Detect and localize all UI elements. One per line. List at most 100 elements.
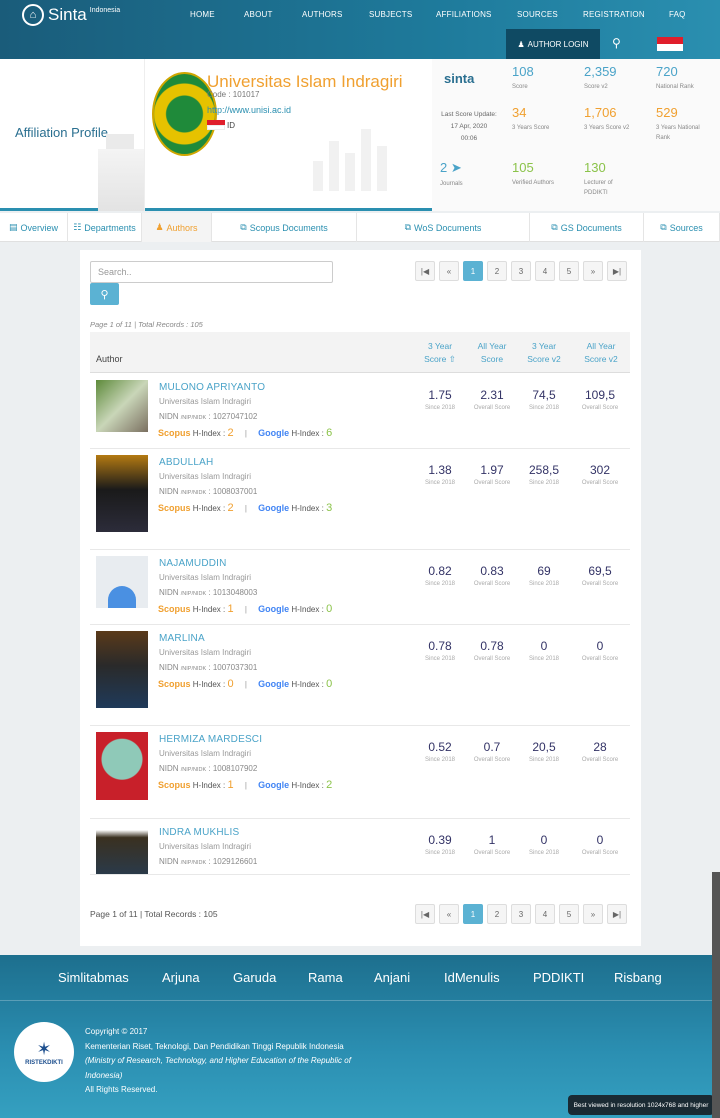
tab-wos-documents[interactable]: ⧉ WoS Documents bbox=[357, 213, 530, 242]
header-3y-score[interactable]: 3 Year Score ⇧ bbox=[415, 340, 465, 366]
author-photo[interactable] bbox=[96, 825, 148, 874]
next-page-button[interactable]: » bbox=[583, 904, 603, 924]
header-all-score-v2[interactable]: All Year Score v2 bbox=[576, 340, 626, 366]
author-nidn: NIDN /NIP/NIDK : 1013048003 bbox=[159, 588, 258, 597]
page-4-button[interactable]: 4 bbox=[535, 261, 555, 281]
sort-arrow-up-icon: ⇧ bbox=[448, 354, 456, 364]
footer-link-rama[interactable]: Rama bbox=[308, 970, 343, 985]
university-code: Code : 101017 bbox=[207, 90, 260, 99]
menu-sources[interactable]: SOURCES bbox=[517, 10, 558, 19]
author-nidn: NIDN /NIP/NIDK : 1027047102 bbox=[159, 412, 258, 421]
stat-lecturer: 130 bbox=[584, 160, 606, 175]
author-login-button[interactable]: ♟ AUTHOR LOGIN bbox=[506, 29, 600, 59]
profile-tabs: ▤ Overview ☷ Departments ♟ Authors ⧉ Scopus … bbox=[0, 213, 720, 242]
stat-3y-score: 34 bbox=[512, 105, 527, 120]
stat-3y-score-v2: 1,706 bbox=[584, 105, 617, 120]
tab-sources[interactable]: ⧉ Sources bbox=[644, 213, 720, 242]
sinta-logo[interactable]: ⌂ Sinta Indonesia bbox=[22, 4, 120, 26]
author-institution: Universitas Islam Indragiri bbox=[159, 842, 252, 851]
copyright-text: Copyright © 2017 Kementerian Riset, Tekn… bbox=[85, 1027, 351, 1094]
search-button[interactable]: ⚲ bbox=[90, 283, 119, 305]
author-hindex: Scopus H-Index : 1 | Google H-Index : 0 bbox=[158, 603, 333, 615]
author-institution: Universitas Islam Indragiri bbox=[159, 573, 252, 582]
menu-authors[interactable]: AUTHORS bbox=[302, 10, 343, 19]
footer: Simlitabmas Arjuna Garuda Rama Anjani Id… bbox=[0, 955, 720, 1118]
author-institution: Universitas Islam Indragiri bbox=[159, 472, 252, 481]
stat-journals[interactable]: 2 ➤ bbox=[440, 160, 463, 176]
stat-national-rank-label: National Rank bbox=[656, 84, 694, 90]
next-page-button[interactable]: » bbox=[583, 261, 603, 281]
tab-departments[interactable]: ☷ Departments bbox=[68, 213, 142, 242]
last-page-button[interactable]: ▶| bbox=[607, 904, 627, 924]
author-name[interactable]: NAJAMUDDIN bbox=[159, 558, 227, 569]
page-3-button[interactable]: 3 bbox=[511, 904, 531, 924]
stat-3y-score-v2-label: 3 Years Score v2 bbox=[584, 125, 630, 131]
last-page-button[interactable]: ▶| bbox=[607, 261, 627, 281]
footer-link-arjuna[interactable]: Arjuna bbox=[162, 970, 200, 985]
page-2-button[interactable]: 2 bbox=[487, 904, 507, 924]
stat-national-rank: 720 bbox=[656, 64, 678, 79]
prev-page-button[interactable]: « bbox=[439, 261, 459, 281]
page-2-button[interactable]: 2 bbox=[487, 261, 507, 281]
copy-icon: ⧉ bbox=[551, 222, 558, 232]
users-icon: ♟ bbox=[155, 222, 164, 232]
author-name[interactable]: MULONO APRIYANTO bbox=[159, 382, 265, 393]
page-5-button[interactable]: 5 bbox=[559, 261, 579, 281]
user-icon: ♟ bbox=[517, 39, 525, 49]
menu-affiliations[interactable]: AFFILIATIONS bbox=[436, 10, 492, 19]
search-icon[interactable]: ⚲ bbox=[612, 36, 621, 50]
indonesia-flag-icon[interactable] bbox=[657, 37, 683, 51]
university-url[interactable]: http://www.unisi.ac.id bbox=[207, 105, 291, 115]
brand-sup: Indonesia bbox=[89, 6, 121, 14]
menu-subjects[interactable]: SUBJECTS bbox=[369, 10, 412, 19]
author-name[interactable]: HERMIZA MARDESCI bbox=[159, 734, 262, 745]
search-input[interactable]: Search.. bbox=[90, 261, 333, 283]
table-row: MARLINA Universitas Islam Indragiri NIDN… bbox=[90, 625, 630, 726]
menu-registration[interactable]: REGISTRATION bbox=[583, 10, 645, 19]
footer-link-pddikti[interactable]: PDDIKTI bbox=[533, 970, 584, 985]
menu-home[interactable]: HOME bbox=[190, 10, 215, 19]
scrollbar[interactable] bbox=[712, 872, 720, 1118]
score-all: 2.31 bbox=[480, 388, 504, 402]
author-photo[interactable] bbox=[96, 380, 148, 432]
country-flag-icon bbox=[207, 120, 225, 130]
tab-gs-documents[interactable]: ⧉ GS Documents bbox=[530, 213, 644, 242]
menu-faq[interactable]: FAQ bbox=[669, 10, 686, 19]
top-navbar: ⌂ Sinta Indonesia HOME ABOUT AUTHORS SUB… bbox=[0, 0, 720, 59]
author-institution: Universitas Islam Indragiri bbox=[159, 749, 252, 758]
page-info-top: Page 1 of 11 | Total Records : 105 bbox=[90, 320, 203, 329]
author-name[interactable]: INDRA MUKHLIS bbox=[159, 827, 239, 838]
author-photo[interactable] bbox=[96, 732, 148, 800]
scopus-logo: Scopus bbox=[158, 428, 191, 438]
footer-link-risbang[interactable]: Risbang bbox=[614, 970, 662, 985]
page-4-button[interactable]: 4 bbox=[535, 904, 555, 924]
author-photo[interactable] bbox=[96, 455, 148, 532]
copy-icon: ⧉ bbox=[660, 222, 667, 232]
default-avatar-icon[interactable] bbox=[96, 556, 148, 608]
page-5-button[interactable]: 5 bbox=[559, 904, 579, 924]
stat-3y-national-rank-label: 3 Years National Rank bbox=[656, 125, 700, 141]
page-1-button[interactable]: 1 bbox=[463, 904, 483, 924]
footer-link-idmenulis[interactable]: IdMenulis bbox=[444, 970, 500, 985]
prev-page-button[interactable]: « bbox=[439, 904, 459, 924]
author-name[interactable]: ABDULLAH bbox=[159, 457, 213, 468]
page-3-button[interactable]: 3 bbox=[511, 261, 531, 281]
first-page-button[interactable]: |◀ bbox=[415, 261, 435, 281]
header-3y-score-v2[interactable]: 3 Year Score v2 bbox=[519, 340, 569, 366]
footer-link-garuda[interactable]: Garuda bbox=[233, 970, 276, 985]
footer-link-anjani[interactable]: Anjani bbox=[374, 970, 410, 985]
author-photo[interactable] bbox=[96, 631, 148, 708]
menu-about[interactable]: ABOUT bbox=[244, 10, 273, 19]
author-name[interactable]: MARLINA bbox=[159, 633, 205, 644]
sitemap-icon: ☷ bbox=[73, 222, 82, 232]
header-all-score[interactable]: All Year Score bbox=[467, 340, 517, 366]
google-logo: Google bbox=[258, 428, 290, 438]
page-1-button[interactable]: 1 bbox=[463, 261, 483, 281]
tab-scopus-documents[interactable]: ⧉ Scopus Documents bbox=[212, 213, 357, 242]
first-page-button[interactable]: |◀ bbox=[415, 904, 435, 924]
footer-link-simlitabmas[interactable]: Simlitabmas bbox=[58, 970, 129, 985]
tab-overview[interactable]: ▤ Overview bbox=[0, 213, 68, 242]
stat-score-v2: 2,359 bbox=[584, 64, 617, 79]
tab-authors[interactable]: ♟ Authors bbox=[142, 213, 212, 242]
stat-score-label: Score bbox=[512, 84, 528, 90]
